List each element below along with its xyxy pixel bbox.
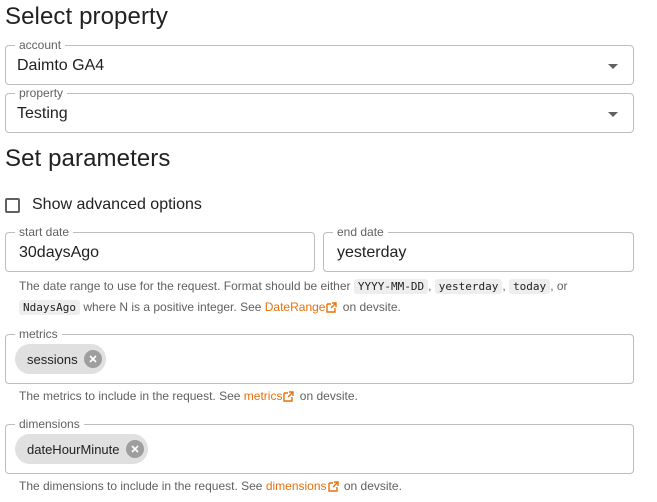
helper-text: , or	[550, 279, 568, 293]
dimensions-helper: The dimensions to include in the request…	[19, 476, 402, 497]
metric-chip-label: sessions	[27, 351, 78, 367]
select-property-heading: Select property	[5, 3, 168, 30]
metric-chip[interactable]: sessions	[15, 344, 106, 374]
checkbox-icon[interactable]	[5, 197, 20, 213]
helper-text: on devsite.	[339, 300, 401, 314]
format-code: YYYY-MM-DD	[353, 279, 429, 294]
dimension-chip[interactable]: dateHourMinute	[15, 434, 148, 464]
end-date-input[interactable]: yesterday	[337, 244, 406, 262]
date-range-helper: The date range to use for the request. F…	[19, 276, 629, 318]
chip-remove-icon[interactable]	[83, 350, 102, 368]
helper-text: on devsite.	[340, 479, 402, 493]
property-label: property	[15, 86, 68, 100]
property-value: Testing	[17, 105, 68, 122]
helper-text: where N is a positive integer. See	[79, 300, 265, 314]
property-select[interactable]: property Testing	[5, 86, 634, 133]
helper-text: The dimensions to include in the request…	[19, 479, 266, 493]
metrics-helper: The metrics to include in the request. S…	[19, 386, 358, 407]
format-code: today	[509, 279, 551, 294]
helper-text: on devsite.	[296, 389, 358, 403]
account-label: account	[15, 38, 66, 52]
chip-remove-icon[interactable]	[125, 440, 144, 458]
show-advanced-options[interactable]: Show advanced options	[5, 195, 202, 215]
end-date-label: end date	[333, 225, 388, 239]
set-parameters-heading: Set parameters	[5, 145, 171, 172]
helper-text: ,	[428, 279, 435, 293]
start-date-input[interactable]: 30daysAgo	[19, 244, 99, 262]
helper-text: The date range to use for the request. F…	[19, 279, 354, 293]
chevron-down-icon[interactable]	[608, 64, 618, 69]
account-select[interactable]: account Daimto GA4	[5, 38, 634, 85]
external-link-icon[interactable]	[326, 302, 338, 313]
show-advanced-options-label[interactable]: Show advanced options	[32, 196, 202, 214]
start-date-field[interactable]: start date 30daysAgo	[5, 225, 315, 272]
dimensions-label: dimensions	[15, 417, 84, 431]
dimensions-field[interactable]: dimensions dateHourMinute	[5, 417, 634, 474]
format-code: NdaysAgo	[19, 300, 80, 315]
metrics-link[interactable]: metrics	[244, 389, 283, 403]
end-date-field[interactable]: end date yesterday	[323, 225, 634, 272]
format-code: yesterday	[434, 279, 503, 294]
helper-text: The metrics to include in the request. S…	[19, 389, 244, 403]
dimension-chip-label: dateHourMinute	[27, 441, 120, 457]
external-link-icon[interactable]	[327, 481, 339, 492]
chevron-down-icon[interactable]	[608, 112, 618, 117]
dimensions-link[interactable]: dimensions	[266, 479, 327, 493]
metrics-label: metrics	[15, 327, 62, 341]
start-date-label: start date	[15, 225, 74, 239]
daterange-link[interactable]: DateRange	[265, 300, 326, 314]
account-value: Daimto GA4	[17, 57, 105, 74]
metrics-field[interactable]: metrics sessions	[5, 327, 634, 384]
external-link-icon[interactable]	[283, 391, 295, 402]
